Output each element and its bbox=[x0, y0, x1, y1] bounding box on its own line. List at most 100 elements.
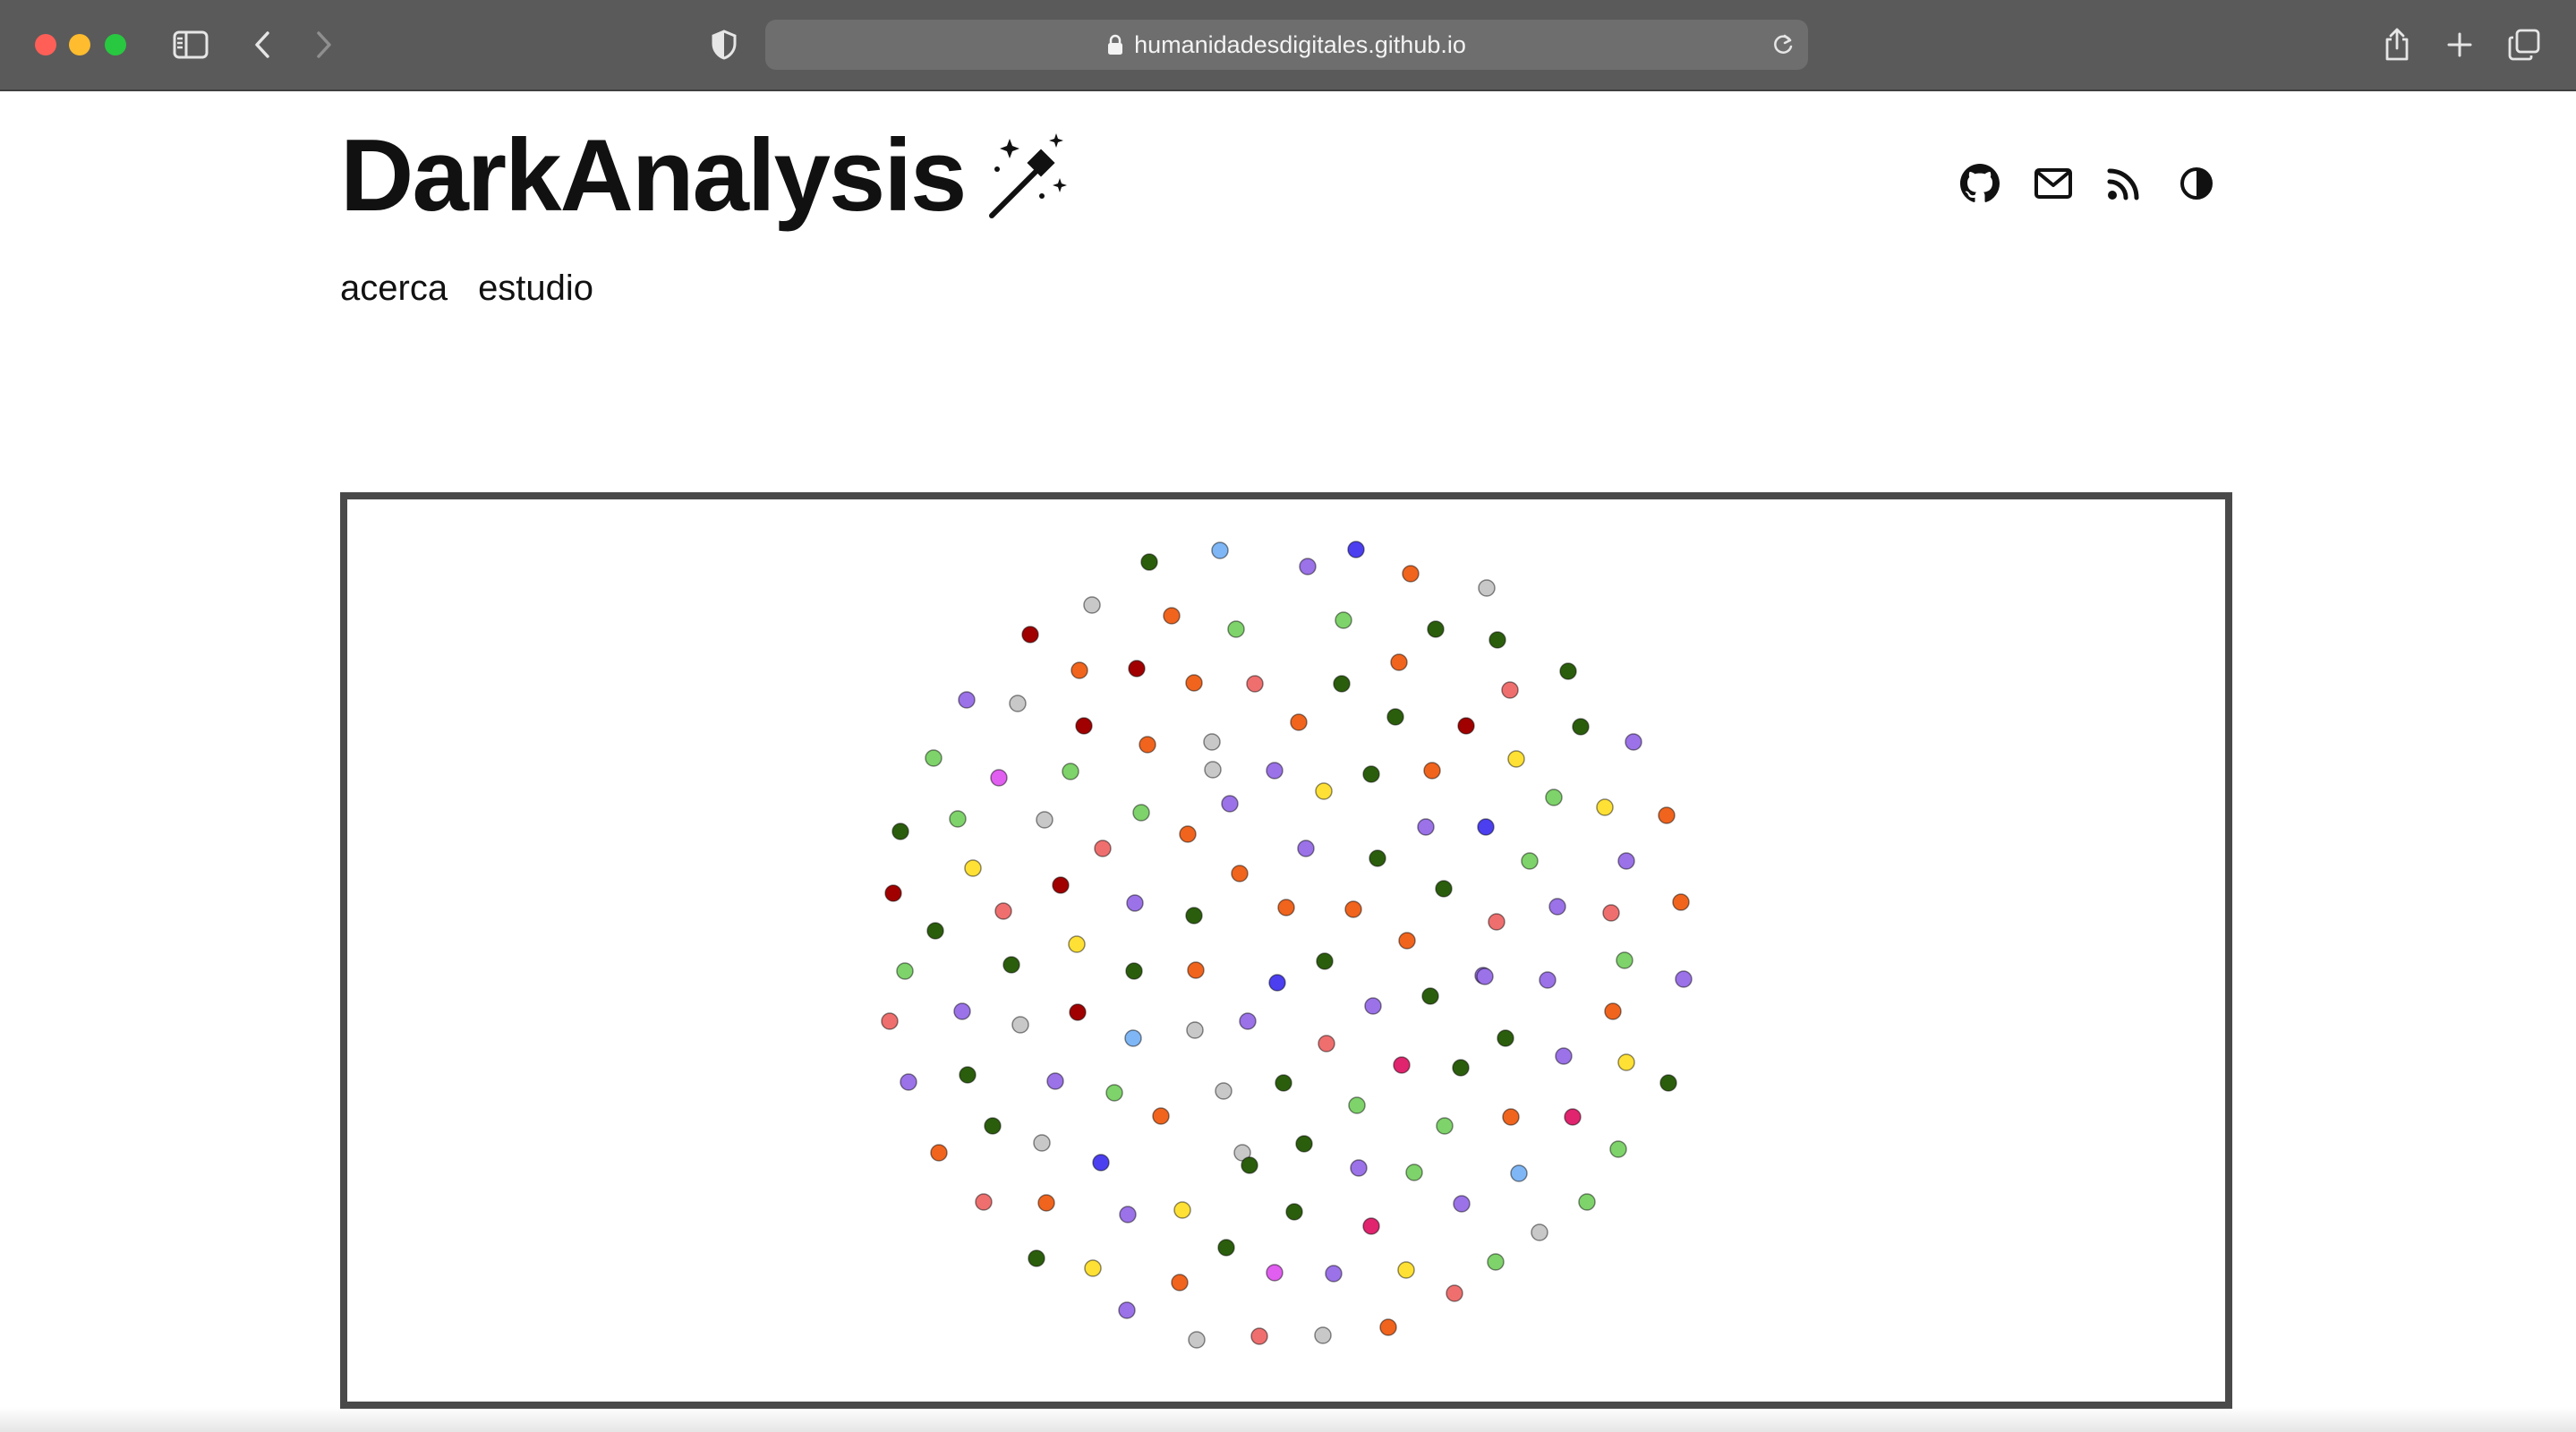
graph-node[interactable] bbox=[1105, 1084, 1123, 1102]
graph-node[interactable] bbox=[1295, 1135, 1313, 1153]
graph-node[interactable] bbox=[884, 884, 902, 902]
graph-node[interactable] bbox=[1163, 607, 1181, 625]
graph-node[interactable] bbox=[1062, 763, 1079, 780]
graph-node[interactable] bbox=[1507, 750, 1525, 768]
graph-node[interactable] bbox=[1069, 1003, 1087, 1021]
close-window-button[interactable] bbox=[35, 34, 56, 55]
graph-node[interactable] bbox=[1227, 620, 1245, 638]
graph-node[interactable] bbox=[1596, 798, 1614, 816]
graph-node[interactable] bbox=[984, 1117, 1002, 1135]
tabs-overview-icon[interactable] bbox=[2504, 25, 2544, 64]
graph-node[interactable] bbox=[1423, 762, 1441, 780]
graph-node[interactable] bbox=[1390, 653, 1408, 671]
graph-node[interactable] bbox=[1297, 840, 1315, 857]
graph-node[interactable] bbox=[1386, 708, 1404, 726]
reload-icon[interactable] bbox=[1770, 32, 1796, 64]
graph-node[interactable] bbox=[896, 962, 914, 980]
graph-node[interactable] bbox=[1070, 661, 1088, 679]
graph-node[interactable] bbox=[1658, 806, 1676, 824]
graph-node[interactable] bbox=[1625, 733, 1642, 751]
graph-node[interactable] bbox=[1277, 899, 1295, 916]
graph-node[interactable] bbox=[1285, 1203, 1303, 1221]
graph-node[interactable] bbox=[1046, 1072, 1064, 1090]
graph-node[interactable] bbox=[1315, 782, 1333, 800]
graph-node[interactable] bbox=[900, 1073, 917, 1091]
graph-node[interactable] bbox=[1211, 541, 1229, 559]
graph-node[interactable] bbox=[1488, 631, 1506, 649]
graph-node[interactable] bbox=[958, 691, 976, 709]
graph-node[interactable] bbox=[1478, 579, 1496, 597]
graph-node[interactable] bbox=[1548, 898, 1566, 916]
graph-node[interactable] bbox=[1021, 626, 1039, 644]
graph-node[interactable] bbox=[930, 1144, 948, 1162]
graph-node[interactable] bbox=[1119, 1206, 1137, 1223]
graph-node[interactable] bbox=[1140, 553, 1158, 571]
rss-icon[interactable] bbox=[2107, 161, 2141, 206]
sidebar-icon[interactable] bbox=[171, 25, 210, 64]
graph-node[interactable] bbox=[1453, 1195, 1471, 1213]
graph-node[interactable] bbox=[1405, 1164, 1423, 1181]
graph-node[interactable] bbox=[1083, 596, 1101, 614]
graph-node[interactable] bbox=[949, 810, 967, 828]
graph-node[interactable] bbox=[1215, 1082, 1233, 1100]
graph-node[interactable] bbox=[1497, 1029, 1514, 1047]
graph-node[interactable] bbox=[1314, 1326, 1332, 1344]
graph-node[interactable] bbox=[1185, 674, 1203, 692]
graph-node[interactable] bbox=[1362, 765, 1380, 783]
graph-node[interactable] bbox=[1616, 951, 1633, 969]
graph-node[interactable] bbox=[1578, 1193, 1596, 1211]
graph-node[interactable] bbox=[994, 902, 1012, 920]
graph-node[interactable] bbox=[1602, 904, 1620, 922]
graph-node[interactable] bbox=[925, 749, 943, 767]
graph-node[interactable] bbox=[1502, 1108, 1520, 1126]
graph-node[interactable] bbox=[1316, 952, 1334, 970]
address-bar[interactable]: humanidadesdigitales.github.io bbox=[765, 20, 1808, 70]
graph-node[interactable] bbox=[1187, 961, 1205, 979]
graph-node[interactable] bbox=[1344, 900, 1362, 918]
minimize-window-button[interactable] bbox=[69, 34, 90, 55]
graph-node[interactable] bbox=[1188, 1331, 1206, 1349]
graph-node[interactable] bbox=[1421, 987, 1439, 1005]
graph-node[interactable] bbox=[1275, 1074, 1292, 1092]
forward-icon[interactable] bbox=[304, 25, 344, 64]
graph-node[interactable] bbox=[1545, 788, 1563, 806]
graph-node[interactable] bbox=[1393, 1056, 1411, 1074]
graph-node[interactable] bbox=[1457, 717, 1475, 735]
zoom-window-button[interactable] bbox=[105, 34, 126, 55]
network-graph[interactable] bbox=[340, 492, 2232, 1409]
graph-node[interactable] bbox=[1139, 736, 1156, 754]
graph-node[interactable] bbox=[1052, 876, 1070, 894]
graph-node[interactable] bbox=[1609, 1140, 1627, 1158]
graph-node[interactable] bbox=[1477, 818, 1495, 836]
graph-node[interactable] bbox=[1402, 565, 1420, 583]
graph-node[interactable] bbox=[1333, 675, 1351, 693]
graph-node[interactable] bbox=[1446, 1284, 1463, 1302]
graph-node[interactable] bbox=[1128, 660, 1146, 678]
new-tab-icon[interactable] bbox=[2440, 25, 2479, 64]
graph-node[interactable] bbox=[1250, 1327, 1268, 1345]
graph-node[interactable] bbox=[1036, 811, 1053, 829]
graph-node[interactable] bbox=[1539, 971, 1557, 989]
graph-node[interactable] bbox=[1318, 1035, 1335, 1053]
graph-node[interactable] bbox=[1299, 558, 1317, 575]
graph-node[interactable] bbox=[1659, 1074, 1677, 1092]
graph-node[interactable] bbox=[891, 823, 909, 840]
graph-node[interactable] bbox=[1068, 935, 1086, 953]
graph-node[interactable] bbox=[1221, 795, 1239, 813]
graph-node[interactable] bbox=[953, 1002, 971, 1020]
graph-node[interactable] bbox=[1487, 1253, 1505, 1271]
graph-node[interactable] bbox=[990, 769, 1008, 787]
graph-node[interactable] bbox=[1397, 1261, 1415, 1279]
graph-node[interactable] bbox=[1488, 913, 1506, 931]
graph-node[interactable] bbox=[1268, 974, 1286, 992]
graph-node[interactable] bbox=[1094, 840, 1112, 857]
mail-icon[interactable] bbox=[2034, 161, 2073, 206]
graph-node[interactable] bbox=[1364, 997, 1382, 1015]
graph-node[interactable] bbox=[1002, 956, 1020, 974]
graph-node[interactable] bbox=[1011, 1016, 1029, 1034]
graph-node[interactable] bbox=[1266, 1264, 1284, 1282]
contrast-icon[interactable] bbox=[2179, 161, 2214, 206]
graph-node[interactable] bbox=[1241, 1156, 1258, 1174]
graph-node[interactable] bbox=[1362, 1217, 1380, 1235]
graph-node[interactable] bbox=[1617, 1053, 1635, 1071]
